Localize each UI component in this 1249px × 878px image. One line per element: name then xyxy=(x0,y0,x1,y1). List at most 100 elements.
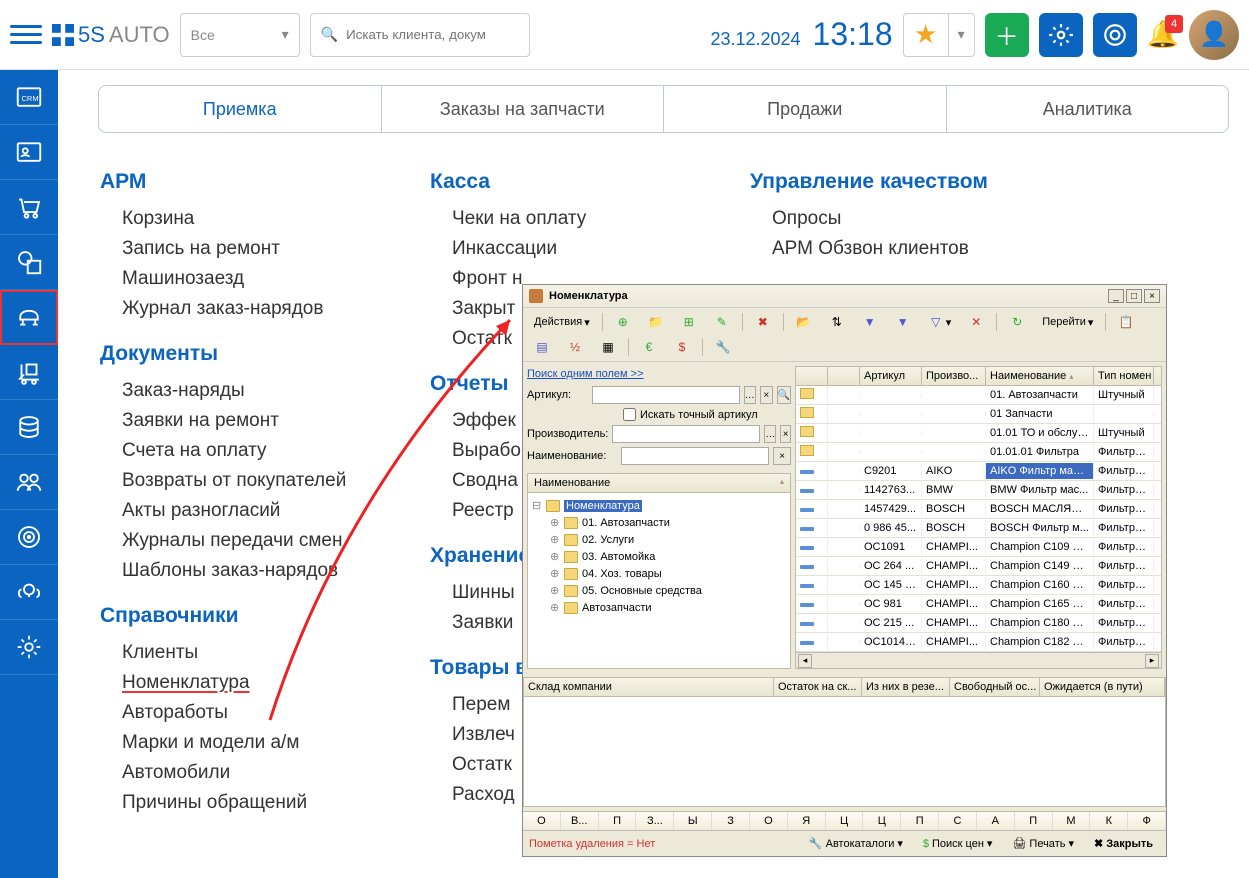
menu-auto-works[interactable]: Автоработы xyxy=(100,698,410,728)
tb-icon-2[interactable]: ▤ xyxy=(527,336,557,358)
close-button[interactable]: × xyxy=(1144,289,1160,303)
alpha-letter[interactable]: Ц xyxy=(863,812,901,830)
favorites-button[interactable]: ★ ▾ xyxy=(903,13,975,57)
tree-root[interactable]: ⊟Номенклатура xyxy=(532,497,786,514)
menu-nomenclature[interactable]: Номенклатура xyxy=(100,668,410,698)
menu-cars[interactable]: Автомобили xyxy=(100,758,410,788)
add-button[interactable]: ＋ xyxy=(985,13,1029,57)
autocatalogs-button[interactable]: 🔧 Автокаталоги ▾ xyxy=(802,834,910,853)
tb-settings-icon[interactable]: 🔧 xyxy=(708,336,738,358)
search-input[interactable] xyxy=(346,27,523,42)
alpha-letter[interactable]: Ц xyxy=(826,812,864,830)
grid-row[interactable]: 1457429...BOSCHBOSCH МАСЛЯНЫ...Фильтр м.… xyxy=(796,500,1161,519)
delete-icon[interactable]: ✖ xyxy=(748,311,778,333)
filter-clear-icon[interactable]: ▽▾ xyxy=(921,311,959,333)
menu-hamburger[interactable] xyxy=(10,19,42,51)
manufacturer-clear[interactable]: × xyxy=(780,425,791,443)
print-button[interactable]: 🖨 Печать ▾ xyxy=(1005,834,1081,853)
sidebar-service[interactable] xyxy=(0,290,58,345)
alpha-letter[interactable]: Я xyxy=(788,812,826,830)
filter2-icon[interactable]: ▼ xyxy=(888,311,918,333)
tree-item[interactable]: ⊕02. Услуги xyxy=(532,531,786,548)
filter-icon[interactable]: ▼ xyxy=(855,311,885,333)
menu-dispute-acts[interactable]: Акты разногласий xyxy=(100,496,410,526)
chevron-down-icon[interactable]: ▾ xyxy=(948,14,974,56)
exact-article-checkbox[interactable] xyxy=(623,408,636,421)
menu-repair-booking[interactable]: Запись на ремонт xyxy=(100,234,410,264)
tab-sales[interactable]: Продажи xyxy=(664,86,947,132)
article-clear[interactable]: × xyxy=(760,386,773,404)
move-icon[interactable]: 📂 xyxy=(789,311,819,333)
menu-customer-returns[interactable]: Возвраты от покупателей xyxy=(100,466,410,496)
manufacturer-input[interactable] xyxy=(612,425,760,443)
tb-icon-3[interactable]: ½ xyxy=(560,336,590,358)
alpha-letter[interactable]: П xyxy=(599,812,637,830)
grid-row[interactable]: C9201AIKOAIKO Фильтр масл...Фильтр м... xyxy=(796,462,1161,481)
sidebar-contacts[interactable] xyxy=(0,125,58,180)
tab-parts-orders[interactable]: Заказы на запчасти xyxy=(382,86,665,132)
menu-car-checkin[interactable]: Машинозаезд xyxy=(100,264,410,294)
add-folder-icon[interactable]: 📁 xyxy=(641,311,671,333)
alpha-letter[interactable]: Ф xyxy=(1128,812,1166,830)
tree-item[interactable]: ⊕Автозапчасти xyxy=(532,599,786,616)
add-copy-icon[interactable]: ⊞ xyxy=(674,311,704,333)
menu-surveys[interactable]: Опросы xyxy=(750,204,1229,234)
col-warehouse[interactable]: Склад компании xyxy=(524,678,774,696)
alpha-letter[interactable]: Ы xyxy=(674,812,712,830)
menu-makes-models[interactable]: Марки и модели а/м xyxy=(100,728,410,758)
sidebar-calendar[interactable] xyxy=(0,235,58,290)
menu-receipts[interactable]: Чеки на оплату xyxy=(430,204,730,234)
maximize-button[interactable]: □ xyxy=(1126,289,1142,303)
minimize-button[interactable]: _ xyxy=(1108,289,1124,303)
alpha-letter[interactable]: П xyxy=(901,812,939,830)
alpha-letter[interactable]: О xyxy=(523,812,561,830)
menu-clients[interactable]: Клиенты xyxy=(100,638,410,668)
name-clear[interactable]: × xyxy=(773,447,791,465)
menu-work-orders[interactable]: Заказ-наряды xyxy=(100,376,410,406)
menu-repair-requests[interactable]: Заявки на ремонт xyxy=(100,406,410,436)
alpha-letter[interactable]: М xyxy=(1053,812,1091,830)
col-manufacturer[interactable]: Произво... xyxy=(922,367,986,385)
tb-icon-1[interactable]: 📋 xyxy=(1111,311,1141,333)
price-search-button[interactable]: $ Поиск цен ▾ xyxy=(916,834,1000,853)
sidebar-crm[interactable]: CRM xyxy=(0,70,58,125)
tree-item[interactable]: ⊕01. Автозапчасти xyxy=(532,514,786,531)
tb-icon-4[interactable]: ▦ xyxy=(593,336,623,358)
tab-reception[interactable]: Приемка xyxy=(99,86,382,132)
alpha-letter[interactable]: З... xyxy=(636,812,674,830)
tb-icon-5[interactable]: € xyxy=(634,336,664,358)
sidebar-cart[interactable] xyxy=(0,180,58,235)
help-button[interactable] xyxy=(1093,13,1137,57)
col-free[interactable]: Свободный ос... xyxy=(950,678,1040,696)
menu-work-orders-journal[interactable]: Журнал заказ-нарядов xyxy=(100,294,410,324)
alpha-letter[interactable]: П xyxy=(1015,812,1053,830)
sort-icon[interactable]: ▴ xyxy=(780,477,784,489)
grid-row[interactable]: OC1014 ...CHAMPI...Champion C182 Фи...Фи… xyxy=(796,633,1161,652)
alpha-letter[interactable]: В... xyxy=(561,812,599,830)
user-avatar[interactable]: 👤 xyxy=(1189,10,1239,60)
grid-row[interactable]: OC 145 O...CHAMPI...Champion C160 Фи...Ф… xyxy=(796,576,1161,595)
col-icon2[interactable] xyxy=(828,367,860,385)
global-search[interactable]: 🔍 xyxy=(310,13,530,57)
tb-icon-6[interactable]: $ xyxy=(667,336,697,358)
sidebar-warehouse[interactable] xyxy=(0,345,58,400)
tree-item[interactable]: ⊕05. Основные средства xyxy=(532,582,786,599)
alpha-letter[interactable]: С xyxy=(939,812,977,830)
menu-client-calls[interactable]: АРМ Обзвон клиентов xyxy=(750,234,1229,264)
tree-item[interactable]: ⊕04. Хоз. товары xyxy=(532,565,786,582)
goto-menu[interactable]: Перейти ▾ xyxy=(1035,313,1100,332)
alpha-letter[interactable]: О xyxy=(750,812,788,830)
close-dialog-button[interactable]: ✖ Закрыть xyxy=(1087,834,1160,853)
grid-row[interactable]: 01 Запчасти xyxy=(796,405,1161,424)
notifications-bell[interactable]: 🔔4 xyxy=(1147,19,1179,50)
col-type[interactable]: Тип номен xyxy=(1094,367,1154,385)
dialog-titlebar[interactable]: Номенклатура _ □ × xyxy=(523,285,1166,308)
add-icon[interactable]: ⊕ xyxy=(608,311,638,333)
grid-row[interactable]: 01. АвтозапчастиШтучный xyxy=(796,386,1161,405)
search-scope-dropdown[interactable]: Все ▾ xyxy=(180,13,300,57)
article-input[interactable] xyxy=(592,386,740,404)
menu-invoices[interactable]: Счета на оплату xyxy=(100,436,410,466)
menu-visit-reasons[interactable]: Причины обращений xyxy=(100,788,410,818)
alpha-letter[interactable]: З xyxy=(712,812,750,830)
article-ellipsis[interactable]: … xyxy=(744,386,757,404)
